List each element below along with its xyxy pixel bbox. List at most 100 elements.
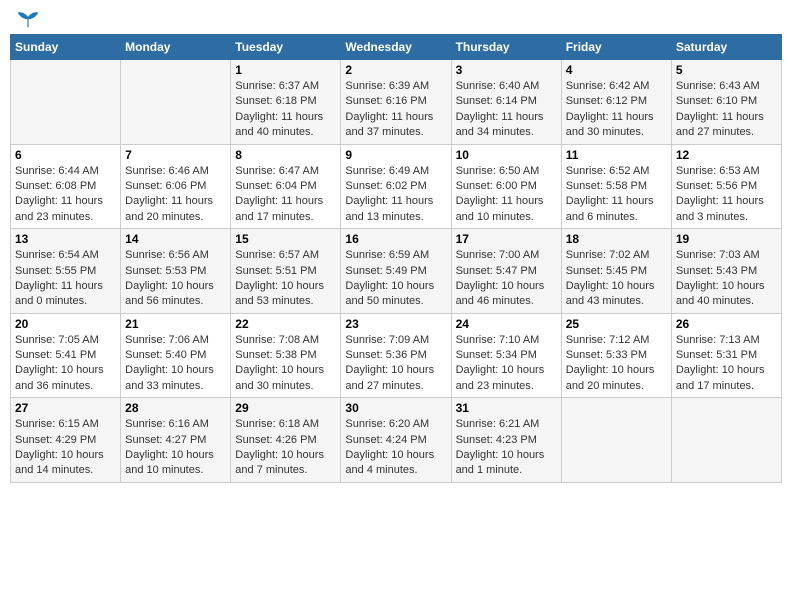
- day-info: Sunrise: 6:57 AM Sunset: 5:51 PM Dayligh…: [235, 248, 336, 310]
- calendar-cell: 14 Sunrise: 6:56 AM Sunset: 5:53 PM Dayli…: [121, 229, 231, 314]
- day-number: 4: [566, 63, 667, 77]
- calendar-cell: 1 Sunrise: 6:37 AM Sunset: 6:18 PM Daylig…: [231, 60, 341, 145]
- day-number: 28: [125, 401, 226, 415]
- day-info: Sunrise: 6:15 AM Sunset: 4:29 PM Dayligh…: [15, 417, 116, 479]
- calendar-cell: 10 Sunrise: 6:50 AM Sunset: 6:00 PM Dayli…: [451, 144, 561, 229]
- day-number: 9: [345, 148, 446, 162]
- calendar-cell: 27 Sunrise: 6:15 AM Sunset: 4:29 PM Dayli…: [11, 398, 121, 483]
- day-info: Sunrise: 6:56 AM Sunset: 5:53 PM Dayligh…: [125, 248, 226, 310]
- calendar-week-1: 1 Sunrise: 6:37 AM Sunset: 6:18 PM Daylig…: [11, 60, 782, 145]
- calendar-cell: 17Sunrise: 7:00 AM Sunset: 5:47 PM Dayli…: [451, 229, 561, 314]
- day-number: 30: [345, 401, 446, 415]
- calendar-week-3: 13 Sunrise: 6:54 AM Sunset: 5:55 PM Dayli…: [11, 229, 782, 314]
- day-number: 16: [345, 232, 446, 246]
- calendar-cell: [561, 398, 671, 483]
- day-info: Sunrise: 6:50 AM Sunset: 6:00 PM Dayligh…: [456, 164, 557, 226]
- day-info: Sunrise: 6:43 AM Sunset: 6:10 PM Dayligh…: [676, 79, 777, 141]
- day-number: 8: [235, 148, 336, 162]
- calendar-cell: 5 Sunrise: 6:43 AM Sunset: 6:10 PM Daylig…: [671, 60, 781, 145]
- day-info: Sunrise: 6:18 AM Sunset: 4:26 PM Dayligh…: [235, 417, 336, 479]
- day-number: 5: [676, 63, 777, 77]
- day-number: 19: [676, 232, 777, 246]
- calendar-cell: [11, 60, 121, 145]
- day-info: Sunrise: 6:39 AM Sunset: 6:16 PM Dayligh…: [345, 79, 446, 141]
- calendar-cell: 20Sunrise: 7:05 AM Sunset: 5:41 PM Dayli…: [11, 313, 121, 398]
- day-number: 12: [676, 148, 777, 162]
- day-number: 21: [125, 317, 226, 331]
- calendar-cell: 8 Sunrise: 6:47 AM Sunset: 6:04 PM Daylig…: [231, 144, 341, 229]
- logo-bird-icon: [16, 10, 40, 30]
- calendar-table: SundayMondayTuesdayWednesdayThursdayFrid…: [10, 34, 782, 483]
- day-number: 15: [235, 232, 336, 246]
- day-number: 7: [125, 148, 226, 162]
- calendar-cell: 18 Sunrise: 7:02 AM Sunset: 5:45 PM Dayli…: [561, 229, 671, 314]
- calendar-cell: 29Sunrise: 6:18 AM Sunset: 4:26 PM Dayli…: [231, 398, 341, 483]
- day-info: Sunrise: 6:53 AM Sunset: 5:56 PM Dayligh…: [676, 164, 777, 226]
- day-info: Sunrise: 7:00 AM Sunset: 5:47 PM Dayligh…: [456, 248, 557, 310]
- calendar-cell: 31Sunrise: 6:21 AM Sunset: 4:23 PM Dayli…: [451, 398, 561, 483]
- day-info: Sunrise: 7:05 AM Sunset: 5:41 PM Dayligh…: [15, 333, 116, 395]
- day-number: 26: [676, 317, 777, 331]
- day-number: 1: [235, 63, 336, 77]
- day-info: Sunrise: 7:13 AM Sunset: 5:31 PM Dayligh…: [676, 333, 777, 395]
- day-info: Sunrise: 6:49 AM Sunset: 6:02 PM Dayligh…: [345, 164, 446, 226]
- day-info: Sunrise: 7:09 AM Sunset: 5:36 PM Dayligh…: [345, 333, 446, 395]
- calendar-cell: 25 Sunrise: 7:12 AM Sunset: 5:33 PM Dayli…: [561, 313, 671, 398]
- day-info: Sunrise: 6:46 AM Sunset: 6:06 PM Dayligh…: [125, 164, 226, 226]
- day-info: Sunrise: 6:40 AM Sunset: 6:14 PM Dayligh…: [456, 79, 557, 141]
- calendar-cell: 26 Sunrise: 7:13 AM Sunset: 5:31 PM Dayli…: [671, 313, 781, 398]
- day-number: 3: [456, 63, 557, 77]
- calendar-week-4: 20Sunrise: 7:05 AM Sunset: 5:41 PM Dayli…: [11, 313, 782, 398]
- day-number: 11: [566, 148, 667, 162]
- day-number: 27: [15, 401, 116, 415]
- day-info: Sunrise: 7:10 AM Sunset: 5:34 PM Dayligh…: [456, 333, 557, 395]
- day-header-saturday: Saturday: [671, 35, 781, 60]
- calendar-cell: 15 Sunrise: 6:57 AM Sunset: 5:51 PM Dayli…: [231, 229, 341, 314]
- day-number: 6: [15, 148, 116, 162]
- calendar-cell: 23 Sunrise: 7:09 AM Sunset: 5:36 PM Dayli…: [341, 313, 451, 398]
- day-number: 31: [456, 401, 557, 415]
- day-info: Sunrise: 6:47 AM Sunset: 6:04 PM Dayligh…: [235, 164, 336, 226]
- day-number: 23: [345, 317, 446, 331]
- day-info: Sunrise: 7:08 AM Sunset: 5:38 PM Dayligh…: [235, 333, 336, 395]
- calendar-cell: 9 Sunrise: 6:49 AM Sunset: 6:02 PM Daylig…: [341, 144, 451, 229]
- day-info: Sunrise: 6:37 AM Sunset: 6:18 PM Dayligh…: [235, 79, 336, 141]
- day-header-monday: Monday: [121, 35, 231, 60]
- day-info: Sunrise: 7:02 AM Sunset: 5:45 PM Dayligh…: [566, 248, 667, 310]
- calendar-cell: 16 Sunrise: 6:59 AM Sunset: 5:49 PM Dayli…: [341, 229, 451, 314]
- day-header-tuesday: Tuesday: [231, 35, 341, 60]
- day-info: Sunrise: 6:20 AM Sunset: 4:24 PM Dayligh…: [345, 417, 446, 479]
- day-number: 22: [235, 317, 336, 331]
- calendar-cell: 7 Sunrise: 6:46 AM Sunset: 6:06 PM Daylig…: [121, 144, 231, 229]
- day-number: 13: [15, 232, 116, 246]
- calendar-cell: 2 Sunrise: 6:39 AM Sunset: 6:16 PM Daylig…: [341, 60, 451, 145]
- calendar-cell: 28 Sunrise: 6:16 AM Sunset: 4:27 PM Dayli…: [121, 398, 231, 483]
- logo: [14, 10, 40, 26]
- day-info: Sunrise: 6:44 AM Sunset: 6:08 PM Dayligh…: [15, 164, 116, 226]
- calendar-week-2: 6 Sunrise: 6:44 AM Sunset: 6:08 PM Daylig…: [11, 144, 782, 229]
- calendar-cell: 24 Sunrise: 7:10 AM Sunset: 5:34 PM Dayli…: [451, 313, 561, 398]
- calendar-cell: 21Sunrise: 7:06 AM Sunset: 5:40 PM Dayli…: [121, 313, 231, 398]
- day-header-wednesday: Wednesday: [341, 35, 451, 60]
- day-info: Sunrise: 6:54 AM Sunset: 5:55 PM Dayligh…: [15, 248, 116, 310]
- calendar-cell: [671, 398, 781, 483]
- day-info: Sunrise: 6:59 AM Sunset: 5:49 PM Dayligh…: [345, 248, 446, 310]
- day-info: Sunrise: 6:16 AM Sunset: 4:27 PM Dayligh…: [125, 417, 226, 479]
- day-number: 2: [345, 63, 446, 77]
- day-number: 25: [566, 317, 667, 331]
- day-info: Sunrise: 6:42 AM Sunset: 6:12 PM Dayligh…: [566, 79, 667, 141]
- day-info: Sunrise: 7:03 AM Sunset: 5:43 PM Dayligh…: [676, 248, 777, 310]
- calendar-header-row: SundayMondayTuesdayWednesdayThursdayFrid…: [11, 35, 782, 60]
- day-header-sunday: Sunday: [11, 35, 121, 60]
- calendar-cell: 12 Sunrise: 6:53 AM Sunset: 5:56 PM Dayli…: [671, 144, 781, 229]
- day-info: Sunrise: 7:12 AM Sunset: 5:33 PM Dayligh…: [566, 333, 667, 395]
- calendar-cell: 30 Sunrise: 6:20 AM Sunset: 4:24 PM Dayli…: [341, 398, 451, 483]
- day-header-friday: Friday: [561, 35, 671, 60]
- calendar-cell: [121, 60, 231, 145]
- day-number: 14: [125, 232, 226, 246]
- day-number: 18: [566, 232, 667, 246]
- day-number: 10: [456, 148, 557, 162]
- day-header-thursday: Thursday: [451, 35, 561, 60]
- calendar-cell: 6 Sunrise: 6:44 AM Sunset: 6:08 PM Daylig…: [11, 144, 121, 229]
- day-number: 24: [456, 317, 557, 331]
